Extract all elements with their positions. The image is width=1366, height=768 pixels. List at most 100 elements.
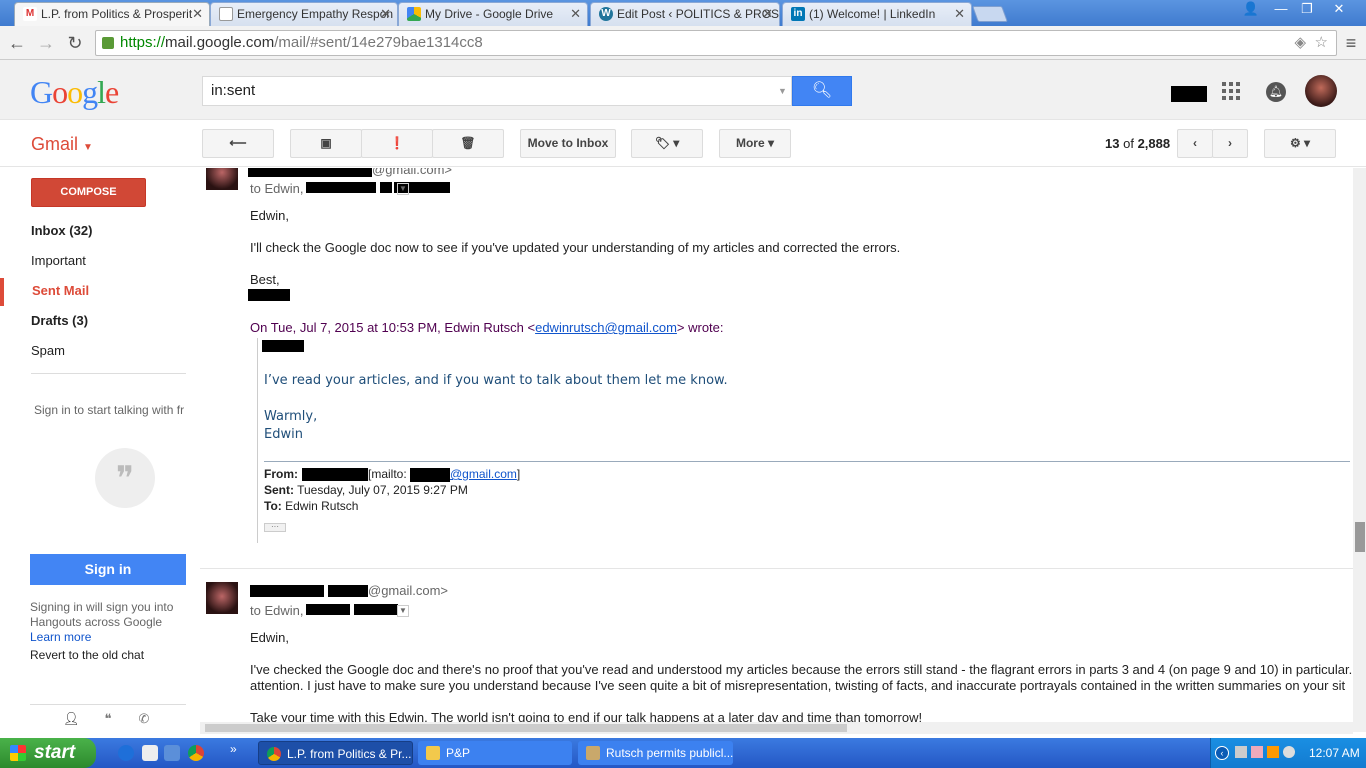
nav-spam[interactable]: Spam (31, 343, 191, 358)
vertical-scrollbar[interactable] (1353, 168, 1366, 732)
explorer-icon[interactable] (164, 745, 180, 761)
chrome-menu-icon[interactable]: ≡ (1340, 32, 1362, 54)
media-icon[interactable] (142, 745, 158, 761)
close-tab-icon[interactable]: ✕ (762, 3, 773, 25)
tab-title: L.P. from Politics & Prosperit (41, 7, 193, 21)
scrollbar-thumb[interactable] (1355, 522, 1365, 552)
gmail-menu[interactable]: Gmail ▼ (31, 134, 93, 155)
url-host: mail.google.com (165, 34, 275, 51)
revert-chat-link[interactable]: Revert to the old chat (30, 648, 144, 662)
signin-hint: Signing in will sign you into Hangouts a… (30, 600, 174, 629)
bookmark-star-icon[interactable]: ☆ (1315, 31, 1328, 55)
taskbar-item-folder[interactable]: P&P (418, 741, 572, 765)
nav-important[interactable]: Important (31, 253, 191, 268)
search-input[interactable]: in:sent (202, 76, 792, 106)
labels-button[interactable]: 🏷︎ ▾ (631, 129, 703, 158)
compose-button[interactable]: COMPOSE (31, 178, 146, 207)
hangouts-icon: ❞ (95, 448, 155, 508)
settings-button[interactable]: ⚙ ▾ (1264, 129, 1336, 158)
redacted-name (410, 468, 450, 482)
account-name-redacted[interactable] (1171, 86, 1207, 102)
tab-gmail[interactable]: M L.P. from Politics & Prosperit ✕ (14, 2, 210, 26)
notifications-icon[interactable]: 🔔︎ (1266, 82, 1286, 102)
report-spam-button[interactable]: ❗ (361, 129, 433, 158)
delete-button[interactable]: 🗑︎ (432, 129, 504, 158)
phone-icon[interactable]: ✆ (136, 711, 152, 727)
newer-button[interactable]: ‹ (1177, 129, 1213, 158)
more-button[interactable]: More ▾ (719, 129, 791, 158)
reload-icon[interactable]: ↻ (64, 32, 86, 54)
details-dropdown-icon[interactable]: ▼ (397, 605, 409, 617)
redacted-name (302, 468, 368, 481)
extension-icon[interactable]: ◈ (1294, 31, 1306, 55)
ie-icon[interactable] (118, 745, 134, 761)
volume-icon[interactable] (1283, 746, 1295, 758)
chevron-icon[interactable]: » (230, 742, 237, 756)
security-icon[interactable] (1267, 746, 1279, 758)
taskbar-item-document[interactable]: Rutsch permits publicl... (578, 741, 733, 765)
network-icon[interactable] (1235, 746, 1247, 758)
show-trimmed-button[interactable]: ··· (264, 523, 286, 532)
tab-empathy-doc[interactable]: Emergency Empathy Respon ✕ (210, 2, 398, 26)
quoted-sign: Warmly, (264, 409, 318, 424)
forward-icon[interactable]: → (35, 32, 57, 54)
start-button[interactable]: start (0, 738, 96, 768)
close-tab-icon[interactable]: ✕ (954, 3, 965, 25)
hangouts-tab-icon[interactable]: ❝ (100, 711, 116, 727)
details-dropdown-icon[interactable]: ▼ (397, 183, 409, 195)
nav-inbox[interactable]: Inbox (32) (31, 223, 191, 238)
chevron-right-icon: › (1228, 136, 1232, 150)
close-tab-icon[interactable]: ✕ (380, 3, 391, 25)
spam-icon: ❗ (389, 136, 405, 150)
lock-icon (102, 37, 114, 49)
archive-button[interactable]: ▣ (290, 129, 362, 158)
label-icon: 🏷︎ ▾ (654, 136, 680, 150)
back-to-sent-button[interactable]: ⟵ (202, 129, 274, 158)
address-bar[interactable]: https://mail.google.com/mail/#sent/14e27… (95, 30, 1337, 56)
doc-icon (219, 7, 233, 21)
redacted-recipient (354, 604, 398, 615)
sign-in-button[interactable]: Sign in (30, 554, 186, 585)
email-link[interactable]: edwinrutsch@gmail.com (535, 320, 677, 335)
move-to-inbox-button[interactable]: Move to Inbox (520, 129, 616, 158)
tab-title: Edit Post ‹ POLITICS & PROS (617, 7, 780, 21)
taskbar-item-chrome[interactable]: L.P. from Politics & Pr... (258, 741, 413, 765)
close-tab-icon[interactable]: ✕ (192, 3, 203, 25)
message-count: 13 of 2,888 (1105, 136, 1171, 151)
minimize-icon[interactable]: — (1268, 0, 1294, 18)
close-window-icon[interactable]: ✕ (1326, 0, 1352, 18)
clock[interactable]: 12:07 AM (1309, 738, 1360, 768)
expand-tray-icon[interactable]: ‹ (1215, 746, 1229, 760)
new-tab-button[interactable] (972, 6, 1008, 22)
tray-app-icon[interactable] (1251, 746, 1263, 758)
tab-google-drive[interactable]: My Drive - Google Drive ✕ (398, 2, 588, 26)
search-options-icon[interactable]: ▼ (778, 86, 787, 96)
older-button[interactable]: › (1212, 129, 1248, 158)
redacted-recipient (306, 182, 376, 193)
contacts-icon[interactable]: 👤︎ (63, 711, 80, 727)
restore-icon[interactable]: ❐ (1294, 0, 1320, 18)
tab-linkedin[interactable]: in (1) Welcome! | LinkedIn ✕ (782, 2, 972, 26)
gear-icon: ⚙ ▾ (1289, 136, 1311, 150)
scrollbar-thumb[interactable] (205, 724, 847, 732)
avatar[interactable] (1305, 75, 1337, 107)
nav-drafts[interactable]: Drafts (3) (31, 313, 191, 328)
redacted-sender (250, 585, 324, 597)
chrome-icon[interactable] (188, 745, 204, 761)
back-icon[interactable]: ← (6, 32, 28, 54)
tab-title: (1) Welcome! | LinkedIn (809, 7, 936, 21)
close-tab-icon[interactable]: ✕ (570, 3, 581, 25)
avatar (206, 582, 238, 614)
nav-sent-mail[interactable]: Sent Mail (32, 283, 192, 298)
tab-wordpress[interactable]: W Edit Post ‹ POLITICS & PROS ✕ (590, 2, 780, 26)
redacted-recipient (380, 182, 392, 193)
tab-title: Emergency Empathy Respon (237, 7, 394, 21)
google-logo[interactable]: Google (30, 74, 119, 111)
chrome-icon (267, 747, 281, 761)
forward-sent: Sent: Tuesday, July 07, 2015 9:27 PM (264, 483, 468, 497)
taskbar: start » L.P. from Politics & Pr... P&P R… (0, 738, 1366, 768)
search-button[interactable]: 🔍︎ (792, 76, 852, 106)
learn-more-link[interactable]: Learn more (30, 630, 91, 644)
apps-grid-icon[interactable] (1222, 82, 1240, 100)
user-icon[interactable]: 👤 (1238, 0, 1264, 18)
